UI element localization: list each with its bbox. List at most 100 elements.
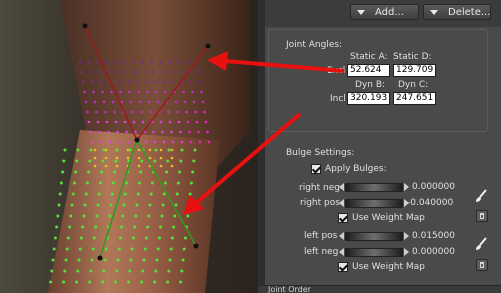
joint-order-label: Joint Order: [268, 286, 311, 293]
paint-brush-icon[interactable]: [474, 237, 488, 251]
weight-dot: [179, 130, 182, 134]
weight-dot: [170, 164, 174, 168]
weight-dot: [111, 181, 115, 185]
weight-dot: [101, 159, 105, 163]
weight-dot: [141, 269, 145, 273]
bulge-settings-title: Bulge Settings:: [286, 148, 355, 158]
weight-dot: [104, 156, 108, 160]
weight-dot: [86, 110, 89, 114]
apply-bulges-label: Apply Bulges:: [325, 164, 387, 174]
weight-dot: [120, 225, 124, 229]
weight-dot: [98, 181, 102, 185]
weight-dot: [172, 225, 176, 229]
weight-dot: [182, 247, 186, 251]
weight-dot: [144, 236, 148, 240]
weight-dot: [146, 225, 150, 229]
right-neg-decrement[interactable]: [339, 183, 344, 191]
weight-dot: [102, 269, 106, 273]
weight-dot: [192, 159, 196, 163]
static-d-field[interactable]: 129.709: [393, 64, 436, 77]
static-a-field[interactable]: 52.624: [347, 64, 390, 77]
weight-dot: [148, 156, 152, 160]
weight-dot: [154, 269, 158, 273]
excl-label: Excl: [327, 66, 346, 76]
dyn-b-label: Dyn B:: [355, 80, 386, 90]
weight-dot: [78, 60, 82, 64]
weight-dot: [108, 140, 112, 144]
left-neg-increment[interactable]: [404, 248, 409, 256]
weight-dot: [80, 70, 83, 74]
right-neg-slider[interactable]: [345, 183, 403, 192]
weight-dot: [126, 140, 130, 144]
weight-dot: [148, 203, 152, 207]
weight-dot: [90, 80, 94, 84]
left-pos-slider[interactable]: [345, 232, 403, 241]
left-use-weight-map-checkbox[interactable]: [338, 262, 348, 272]
weight-dot: [56, 214, 60, 218]
dyn-c-field[interactable]: 247.651: [393, 92, 436, 105]
right-pos-decrement[interactable]: [339, 199, 344, 207]
weight-dot: [204, 120, 208, 124]
weight-dot: [195, 120, 199, 124]
weight-dot: [142, 258, 146, 262]
weight-dot: [192, 100, 196, 104]
weight-dot: [75, 280, 79, 284]
weight-dot: [115, 164, 119, 168]
weight-dot: [115, 269, 119, 273]
weight-dot: [170, 130, 173, 134]
weight-dot: [155, 90, 158, 94]
delete-button[interactable]: Delete...: [423, 4, 491, 20]
apply-bulges-checkbox[interactable]: [311, 164, 321, 174]
right-neg-increment[interactable]: [404, 183, 409, 191]
weight-dot: [143, 70, 146, 74]
trash-icon[interactable]: [476, 259, 488, 271]
left-use-weight-map-label: Use Weight Map: [352, 262, 425, 272]
weight-dot: [171, 140, 175, 144]
left-neg-decrement[interactable]: [339, 248, 344, 256]
weight-dot: [100, 170, 104, 174]
weight-dot: [147, 214, 151, 218]
weight-dot: [101, 280, 105, 284]
weight-dot: [181, 258, 185, 262]
weight-dot: [105, 60, 109, 64]
trash-icon[interactable]: [476, 210, 488, 222]
add-button[interactable]: Add...: [350, 4, 419, 20]
weight-dot: [144, 140, 148, 144]
weight-dot: [191, 90, 194, 94]
weight-dot: [61, 170, 65, 174]
right-use-weight-map-checkbox[interactable]: [338, 213, 348, 223]
right-neg-value: 0.000000: [412, 182, 455, 192]
weight-dot: [116, 70, 119, 74]
3d-viewport[interactable]: [0, 0, 258, 293]
dyn-b-field[interactable]: 320.193: [347, 92, 390, 105]
left-neg-slider[interactable]: [345, 248, 403, 257]
weight-dot: [125, 70, 128, 74]
left-pos-decrement[interactable]: [339, 232, 344, 240]
joint-editor-window: Add... Delete... Joint Angles: Static A:…: [0, 0, 501, 293]
weight-dot: [90, 140, 94, 144]
weight-dot: [156, 100, 160, 104]
right-pos-slider[interactable]: [345, 199, 403, 208]
weight-dot: [89, 269, 93, 273]
weight-dot: [159, 225, 163, 229]
weight-dot: [186, 214, 190, 218]
paint-brush-icon[interactable]: [474, 189, 488, 203]
weight-dot: [203, 110, 206, 114]
weight-dot: [110, 192, 114, 196]
weight-dot: [194, 110, 197, 114]
weight-dot: [128, 269, 132, 273]
right-use-weight-map-label: Use Weight Map: [352, 213, 425, 223]
weight-dot: [150, 181, 154, 185]
weight-dot: [197, 70, 200, 74]
weight-dot: [137, 181, 141, 185]
weight-dot: [140, 159, 144, 163]
weight-dot: [63, 148, 67, 152]
weight-dot: [159, 156, 163, 160]
weight-dot: [161, 130, 164, 134]
weight-dot: [117, 80, 121, 84]
left-pos-increment[interactable]: [404, 232, 409, 240]
weight-dot: [75, 159, 79, 163]
weight-dot: [198, 140, 202, 144]
panel-splitter[interactable]: [258, 0, 265, 293]
joint-node: [205, 43, 211, 49]
